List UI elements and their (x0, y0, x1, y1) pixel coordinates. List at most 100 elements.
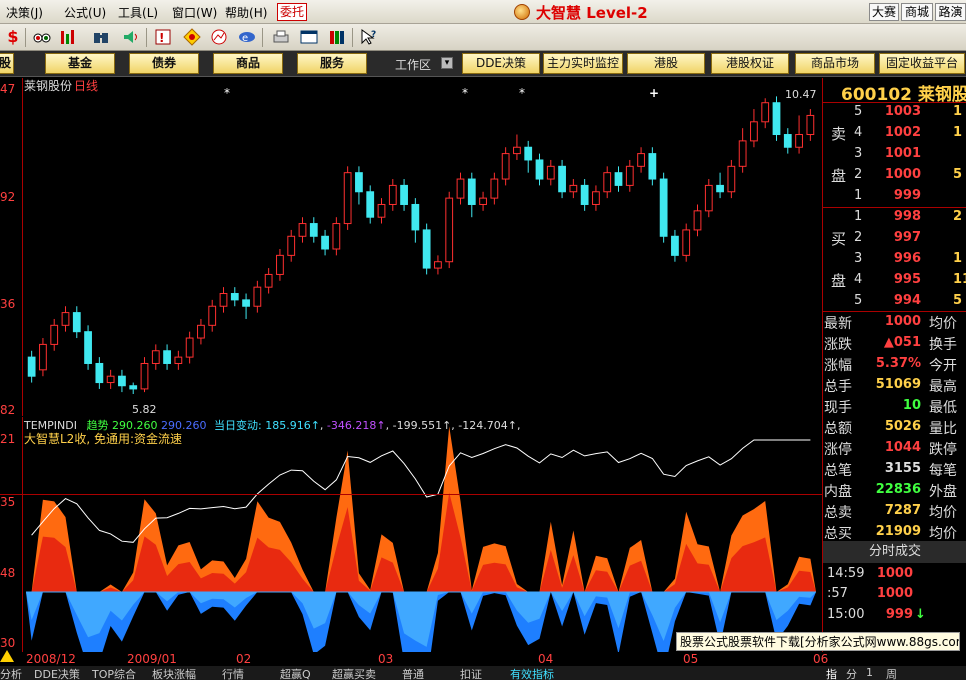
stat-value: 22836 (875, 482, 921, 497)
chart-pen-icon[interactable] (210, 28, 228, 46)
tab-top[interactable]: TOP综合 (92, 666, 136, 680)
candle-body (219, 293, 228, 307)
panel-tab[interactable]: 分 (846, 666, 857, 680)
category-fixed-income[interactable]: 固定收益平台 (879, 53, 965, 74)
link-icon[interactable]: e (238, 28, 256, 46)
candle-body (287, 235, 296, 256)
low-annotation: 5.82 (132, 403, 157, 416)
stat-label: 涨停 (824, 442, 852, 458)
speaker-icon[interactable] (122, 28, 140, 46)
stat-label: 现手 (824, 400, 852, 416)
tab-chaoying-trade[interactable]: 超赢买卖 (332, 666, 376, 680)
category-stock[interactable]: 股 (0, 53, 14, 74)
ask-row-1[interactable]: 1 999 (823, 186, 966, 207)
indicator-y-tick: 48 (0, 566, 16, 580)
stat-row: 总额 5026 量比 (823, 417, 966, 438)
bid-row-5[interactable]: 5 994 5 (823, 291, 966, 312)
workarea-dropdown-icon[interactable]: ▾ (441, 57, 453, 69)
indicator-y-tick: 35 (0, 495, 16, 509)
category-bond[interactable]: 债券 (129, 53, 199, 74)
category-commodity[interactable]: 商品 (213, 53, 283, 74)
warning-triangle-icon[interactable] (0, 650, 14, 662)
binoculars-icon[interactable] (92, 28, 110, 46)
candle-body (637, 153, 645, 167)
category-hk-warrant[interactable]: 港股权证 (711, 53, 789, 74)
tab-chaoying[interactable]: 超赢Q (280, 666, 311, 680)
bid-row-4[interactable]: 4995115 (823, 270, 966, 291)
down-arrow-icon: ↓ (915, 607, 926, 622)
date-tick: 2008/12 (26, 652, 76, 666)
panel-tab[interactable]: 指 (826, 666, 837, 680)
tab-normal[interactable]: 普通 (402, 666, 424, 680)
stat-value: 5026 (884, 419, 921, 434)
tab-kouzheng[interactable]: 扣证 (460, 666, 482, 680)
menu-formula[interactable]: 公式(U) (64, 4, 106, 21)
category-hk-stock[interactable]: 港股 (627, 53, 705, 74)
contest-button[interactable]: 大赛 (869, 3, 899, 21)
category-fund[interactable]: 基金 (45, 53, 115, 74)
category-dde[interactable]: DDE决策 (462, 53, 540, 74)
candle-body (558, 165, 566, 193)
indicator-y-tick: 21 (0, 432, 16, 446)
ask-row-3[interactable]: 3 1001 (823, 144, 966, 165)
dollar-icon[interactable]: $ (4, 28, 22, 46)
mall-button[interactable]: 商城 (901, 3, 933, 21)
roadshow-button[interactable]: 路演 (935, 3, 966, 21)
candle-body (276, 254, 284, 275)
date-tick: 03 (378, 652, 394, 666)
ask-row-4[interactable]: 4 1002 1 (823, 123, 966, 144)
category-main-monitor[interactable]: 主力实时监控 (543, 53, 623, 74)
panel-divider (0, 494, 822, 495)
printer-icon[interactable] (272, 28, 290, 46)
help-pointer-icon[interactable]: ? (360, 28, 378, 46)
glasses-icon[interactable] (33, 28, 51, 46)
bid-row-3[interactable]: 3 996 1 (823, 249, 966, 270)
stat-value: 1044 (884, 440, 921, 455)
stat-value: 10 (902, 398, 921, 413)
books-icon[interactable] (328, 28, 346, 46)
tab-dde[interactable]: DDE决策 (34, 666, 80, 680)
candle-body (197, 324, 205, 339)
weituo-button[interactable]: 委托 (277, 3, 307, 21)
menu-decision[interactable]: 决策(J) (6, 4, 43, 21)
candle-body (185, 337, 194, 358)
menu-window[interactable]: 窗口(W) (172, 4, 217, 21)
window-icon[interactable] (300, 28, 318, 46)
panel-tab[interactable]: 1 (866, 666, 873, 679)
bid-row-2[interactable]: 2 997 (823, 228, 966, 249)
ask-row-2[interactable]: 2 1000 5 (823, 165, 966, 186)
diamond-icon[interactable] (183, 28, 201, 46)
stat-row: 最新 1000 均价 (823, 312, 966, 333)
menu-help[interactable]: 帮助(H) (225, 4, 267, 21)
today-change-value: -199.551↑ (392, 419, 452, 432)
candle-body (151, 350, 160, 364)
category-commodity-market[interactable]: 商品市场 (795, 53, 875, 74)
stat-row: 总笔 3155 每笔 (823, 459, 966, 480)
candle-body (242, 299, 250, 307)
candle-body (388, 184, 397, 205)
trade-row: 15:00 999 ↓ (827, 607, 926, 622)
panel-tab[interactable]: 周 (886, 666, 897, 680)
candle-body (61, 312, 70, 326)
stat-label: 总笔 (824, 463, 852, 479)
tab-quote[interactable]: 行情 (222, 666, 244, 680)
svg-text:!: ! (159, 31, 164, 45)
today-change-label: 当日变动: (213, 419, 262, 432)
stat-label-2: 均价 (929, 505, 957, 521)
ask-row-5[interactable]: 5 1003 1 (823, 102, 966, 123)
panel-tab-bar: 指 分 1 周 (822, 666, 966, 680)
candle-body (806, 114, 815, 136)
menu-tools[interactable]: 工具(L) (118, 4, 158, 21)
chart-area[interactable]: 莱钢股份 日线 47 92 36 82 * * * + 10.47 5.82 2… (0, 78, 822, 652)
date-tick: 06 (813, 652, 829, 666)
stat-row: 总卖 7287 均价 (823, 501, 966, 522)
tab-sector[interactable]: 板块涨幅 (152, 666, 196, 680)
ad-banner[interactable]: 股票公式股票软件下载[分析家公式网www.88gs.com] (676, 632, 960, 651)
category-service[interactable]: 服务 (297, 53, 367, 74)
alarm-icon[interactable]: ! (154, 28, 172, 46)
candle-body (298, 223, 307, 237)
bars-icon[interactable] (59, 28, 77, 46)
bid-row-1[interactable]: 1 998 2 (823, 207, 966, 228)
tab-effective-indicator[interactable]: 有效指标 (510, 666, 554, 680)
tab-analysis[interactable]: 分析 (0, 666, 22, 680)
